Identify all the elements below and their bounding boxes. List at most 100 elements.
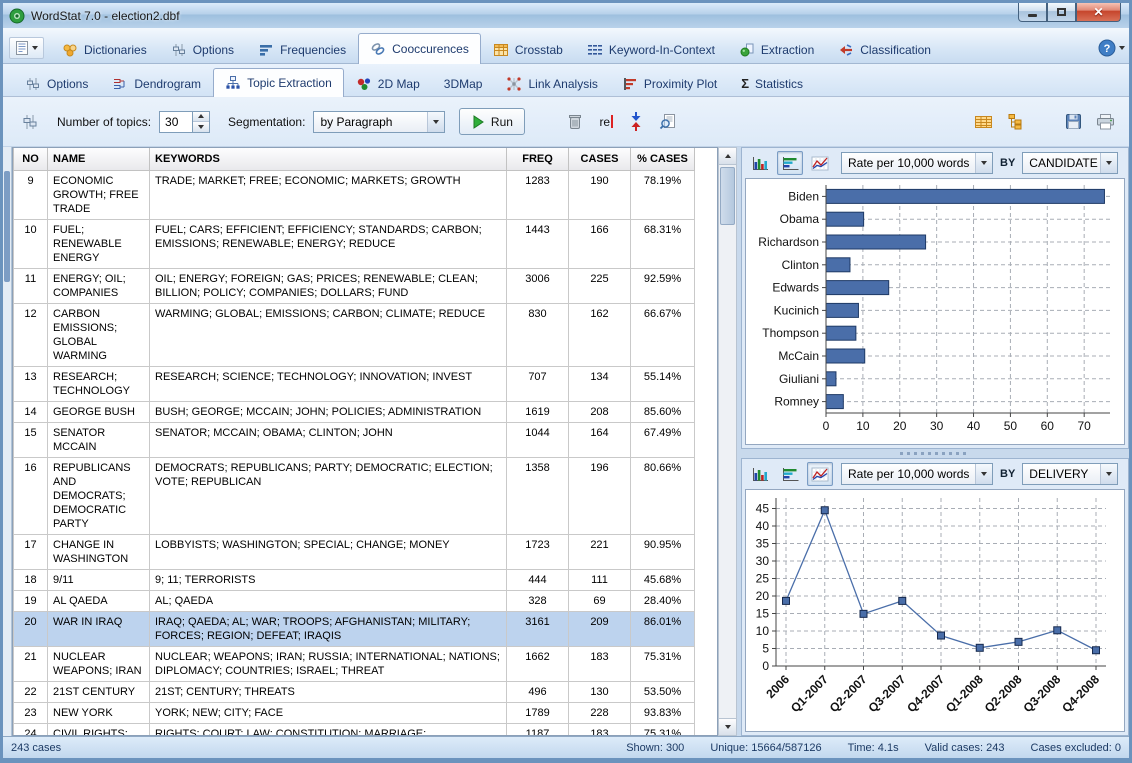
cell-name[interactable]: ENERGY; OIL; COMPANIES: [48, 268, 150, 303]
cell-cases[interactable]: 164: [569, 422, 631, 457]
cell-pct-cases[interactable]: 93.83%: [631, 702, 695, 723]
spinner-down-button[interactable]: [193, 122, 209, 132]
cell-no[interactable]: 11: [14, 268, 48, 303]
cell-no[interactable]: 24: [14, 723, 48, 736]
grid-view-button[interactable]: [974, 114, 993, 130]
horizontal-bar-chart-button[interactable]: [777, 462, 803, 486]
delivery-measure-select[interactable]: Rate per 10,000 words: [841, 463, 993, 485]
table-row[interactable]: 23NEW YORKYORK; NEW; CITY; FACE178922893…: [14, 702, 695, 723]
search-topic-button[interactable]: [659, 113, 677, 131]
vertical-bar-chart-button[interactable]: [747, 151, 773, 175]
cell-cases[interactable]: 183: [569, 723, 631, 736]
cell-freq[interactable]: 1044: [507, 422, 569, 457]
table-row[interactable]: 9ECONOMIC GROWTH; FREE TRADETRADE; MARKE…: [14, 170, 695, 219]
cell-name[interactable]: FUEL; RENEWABLE ENERGY: [48, 219, 150, 268]
delete-topic-button[interactable]: [567, 113, 583, 130]
cell-freq[interactable]: 830: [507, 303, 569, 366]
segmentation-select[interactable]: by Paragraph: [313, 111, 445, 133]
table-row[interactable]: 19AL QAEDAAL; QAEDA3286928.40%: [14, 590, 695, 611]
cell-name[interactable]: WAR IN IRAQ: [48, 611, 150, 646]
table-row[interactable]: 20WAR IN IRAQIRAQ; QAEDA; AL; WAR; TROOP…: [14, 611, 695, 646]
cell-name[interactable]: NEW YORK: [48, 702, 150, 723]
cell-cases[interactable]: 166: [569, 219, 631, 268]
scroll-up-button[interactable]: [719, 148, 736, 165]
cell-freq[interactable]: 1358: [507, 457, 569, 534]
cell-pct-cases[interactable]: 92.59%: [631, 268, 695, 303]
column-header-pct-cases[interactable]: % CASES: [631, 148, 695, 170]
table-row[interactable]: 21NUCLEAR WEAPONS; IRANNUCLEAR; WEAPONS;…: [14, 646, 695, 681]
cell-pct-cases[interactable]: 68.31%: [631, 219, 695, 268]
segmentation-dropdown-button[interactable]: [427, 112, 444, 132]
cell-keywords[interactable]: IRAQ; QAEDA; AL; WAR; TROOPS; AFGHANISTA…: [150, 611, 507, 646]
cell-keywords[interactable]: RESEARCH; SCIENCE; TECHNOLOGY; INNOVATIO…: [150, 366, 507, 401]
tab-keyword-in-context[interactable]: Keyword-In-Context: [575, 35, 727, 63]
subtab-options[interactable]: Options: [13, 70, 100, 96]
cell-cases[interactable]: 221: [569, 534, 631, 569]
cell-cases[interactable]: 162: [569, 303, 631, 366]
candidate-by-select[interactable]: CANDIDATE: [1022, 152, 1118, 174]
cell-no[interactable]: 22: [14, 681, 48, 702]
cell-freq[interactable]: 1443: [507, 219, 569, 268]
cell-keywords[interactable]: SENATOR; MCCAIN; OBAMA; CLINTON; JOHN: [150, 422, 507, 457]
topic-settings-button[interactable]: [21, 113, 39, 131]
cell-cases[interactable]: 225: [569, 268, 631, 303]
cell-name[interactable]: CARBON EMISSIONS; GLOBAL WARMING: [48, 303, 150, 366]
close-button[interactable]: ✕: [1076, 3, 1121, 22]
table-row[interactable]: 13RESEARCH; TECHNOLOGYRESEARCH; SCIENCE;…: [14, 366, 695, 401]
cell-no[interactable]: 15: [14, 422, 48, 457]
merge-topics-button[interactable]: [629, 112, 643, 131]
cell-no[interactable]: 10: [14, 219, 48, 268]
column-header-cases[interactable]: CASES: [569, 148, 631, 170]
cell-cases[interactable]: 208: [569, 401, 631, 422]
spinner-up-button[interactable]: [193, 112, 209, 123]
cell-no[interactable]: 16: [14, 457, 48, 534]
column-header-name[interactable]: NAME: [48, 148, 150, 170]
tab-extraction[interactable]: Extraction: [727, 35, 826, 63]
cell-no[interactable]: 17: [14, 534, 48, 569]
cell-cases[interactable]: 209: [569, 611, 631, 646]
cell-pct-cases[interactable]: 86.01%: [631, 611, 695, 646]
cell-name[interactable]: REPUBLICANS AND DEMOCRATS; DEMOCRATIC PA…: [48, 457, 150, 534]
cell-no[interactable]: 12: [14, 303, 48, 366]
cell-freq[interactable]: 3006: [507, 268, 569, 303]
cell-name[interactable]: ECONOMIC GROWTH; FREE TRADE: [48, 170, 150, 219]
subtab-3dmap[interactable]: 3DMap: [432, 70, 495, 96]
cell-cases[interactable]: 134: [569, 366, 631, 401]
delivery-by-select[interactable]: DELIVERY: [1022, 463, 1118, 485]
cell-pct-cases[interactable]: 67.49%: [631, 422, 695, 457]
tab-crosstab[interactable]: Crosstab: [481, 35, 575, 63]
left-scrollbar[interactable]: [3, 147, 12, 736]
table-row[interactable]: 189/119; 11; TERRORISTS44411145.68%: [14, 569, 695, 590]
table-row[interactable]: 16REPUBLICANS AND DEMOCRATS; DEMOCRATIC …: [14, 457, 695, 534]
cell-name[interactable]: CIVIL RIGHTS; LAW: [48, 723, 150, 736]
cell-name[interactable]: AL QAEDA: [48, 590, 150, 611]
cell-name[interactable]: GEORGE BUSH: [48, 401, 150, 422]
table-row[interactable]: 15SENATOR MCCAINSENATOR; MCCAIN; OBAMA; …: [14, 422, 695, 457]
save-button[interactable]: [1065, 113, 1082, 130]
rename-topic-button[interactable]: re: [599, 115, 613, 129]
cell-no[interactable]: 9: [14, 170, 48, 219]
cell-freq[interactable]: 1789: [507, 702, 569, 723]
cell-cases[interactable]: 130: [569, 681, 631, 702]
cell-no[interactable]: 23: [14, 702, 48, 723]
cell-pct-cases[interactable]: 75.31%: [631, 646, 695, 681]
cell-freq[interactable]: 1187: [507, 723, 569, 736]
cell-cases[interactable]: 69: [569, 590, 631, 611]
measure-dropdown-button[interactable]: [975, 464, 992, 484]
cell-keywords[interactable]: LOBBYISTS; WASHINGTON; SPECIAL; CHANGE; …: [150, 534, 507, 569]
measure-dropdown-button[interactable]: [975, 153, 992, 173]
cell-pct-cases[interactable]: 55.14%: [631, 366, 695, 401]
cell-keywords[interactable]: 9; 11; TERRORISTS: [150, 569, 507, 590]
by-dropdown-button[interactable]: [1100, 464, 1117, 484]
subtab-statistics[interactable]: Σ Statistics: [729, 70, 815, 96]
print-button[interactable]: [1096, 113, 1115, 130]
cell-keywords[interactable]: AL; QAEDA: [150, 590, 507, 611]
cell-freq[interactable]: 1619: [507, 401, 569, 422]
table-row[interactable]: 24CIVIL RIGHTS; LAWRIGHTS; COURT; LAW; C…: [14, 723, 695, 736]
cell-pct-cases[interactable]: 85.60%: [631, 401, 695, 422]
subtab-proximity-plot[interactable]: Proximity Plot: [610, 70, 729, 96]
cell-pct-cases[interactable]: 90.95%: [631, 534, 695, 569]
cell-freq[interactable]: 1662: [507, 646, 569, 681]
help-button[interactable]: ?: [1098, 39, 1125, 57]
line-chart-button[interactable]: [807, 462, 833, 486]
